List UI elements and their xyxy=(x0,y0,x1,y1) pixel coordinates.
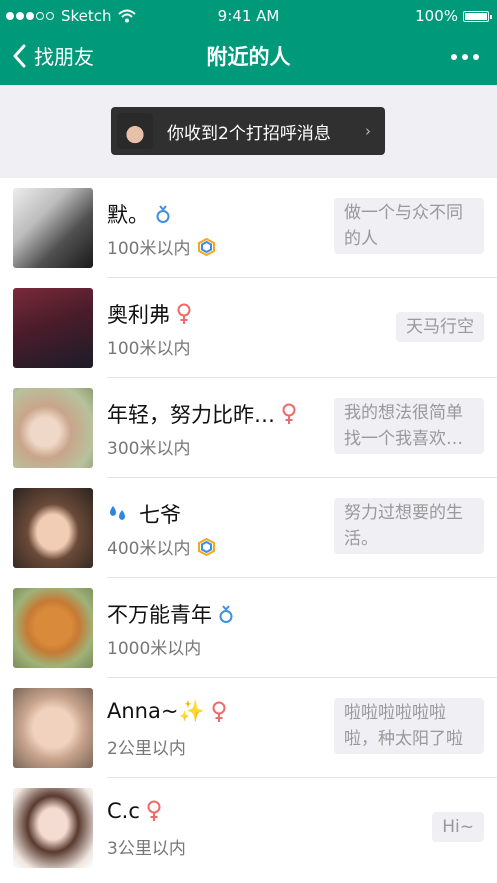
avatar xyxy=(13,688,93,768)
male-symbol-icon xyxy=(156,205,170,223)
avatar xyxy=(13,188,93,268)
distance: 2公里以内 xyxy=(107,739,186,759)
list-item[interactable]: 奥利弗 100米以内 天马行空 xyxy=(0,278,497,378)
more-icon[interactable] xyxy=(446,54,479,60)
status-message: 天马行空 xyxy=(396,312,484,342)
person-name: 默。 xyxy=(107,203,149,227)
nav-bar: 找朋友 附近的人 xyxy=(0,32,497,85)
distance-line: 1000米以内 xyxy=(107,634,201,659)
list-item[interactable]: 默。 100米以内 做一个与众不同的人 xyxy=(0,178,497,278)
chevron-right-icon: › xyxy=(365,122,371,140)
person-name: Anna~✨ xyxy=(107,699,205,723)
status-message: Hi~ xyxy=(432,812,484,842)
status-message: 做一个与众不同的人 xyxy=(334,198,484,254)
name-line: 奥利弗 xyxy=(107,299,192,329)
distance-line: 400米以内 xyxy=(107,534,216,559)
list-item[interactable]: 年轻，努力比昨… 300米以内 我的想法很简单找一个我喜欢… xyxy=(0,378,497,478)
avatar xyxy=(13,788,93,868)
person-name: 七爷 xyxy=(139,503,181,527)
female-symbol-icon xyxy=(212,701,226,722)
female-symbol-icon xyxy=(177,303,191,324)
name-line: 七爷 xyxy=(107,499,181,529)
greeting-text: 你收到2个打招呼消息 xyxy=(167,123,331,144)
distance: 3公里以内 xyxy=(107,839,186,859)
name-line: C.c xyxy=(107,799,162,823)
distance: 100米以内 xyxy=(107,339,191,359)
avatar xyxy=(13,588,93,668)
list-item[interactable]: Anna~✨ 2公里以内 啦啦啦啦啦啦啦，种太阳了啦 xyxy=(0,678,497,778)
battery-icon xyxy=(463,10,492,22)
water-drops-icon xyxy=(110,506,125,520)
list-item[interactable]: C.c 3公里以内 Hi~ xyxy=(0,778,497,878)
distance-line: 300米以内 xyxy=(107,434,190,459)
avatar xyxy=(13,488,93,568)
battery-status: 100% xyxy=(415,7,492,25)
distance: 300米以内 xyxy=(107,439,191,459)
male-symbol-icon xyxy=(219,605,233,623)
distance-line: 100米以内 xyxy=(107,334,190,359)
distance-line: 3公里以内 xyxy=(107,834,186,859)
avatar xyxy=(13,288,93,368)
page-title: 附近的人 xyxy=(206,45,291,69)
list-item[interactable]: 不万能青年 1000米以内 xyxy=(0,578,497,678)
distance-line: 100米以内 xyxy=(107,234,216,259)
person-name: 年轻，努力比昨… xyxy=(107,403,275,427)
status-message: 啦啦啦啦啦啦啦，种太阳了啦 xyxy=(334,698,484,754)
list-item[interactable]: 七爷 400米以内 努力过想要的生活。 xyxy=(0,478,497,578)
name-line: 不万能青年 xyxy=(107,599,234,629)
female-symbol-icon xyxy=(282,403,296,424)
greeting-messages-button[interactable]: 你收到2个打招呼消息 › xyxy=(111,107,385,155)
person-name: 奥利弗 xyxy=(107,303,170,327)
status-message: 努力过想要的生活。 xyxy=(334,498,484,554)
greeting-area: 你收到2个打招呼消息 › xyxy=(0,85,497,178)
name-line: Anna~✨ xyxy=(107,699,227,724)
distance-line: 2公里以内 xyxy=(107,734,186,759)
status-bar: Sketch 9:41 AM 100% xyxy=(0,0,497,32)
battery-percent: 100% xyxy=(415,7,458,25)
distance: 400米以内 xyxy=(107,539,191,559)
person-name: 不万能青年 xyxy=(107,603,212,627)
distance: 100米以内 xyxy=(107,239,191,259)
female-symbol-icon xyxy=(147,800,161,821)
distance: 1000米以内 xyxy=(107,639,202,659)
avatar xyxy=(13,388,93,468)
name-line: 默。 xyxy=(107,199,171,229)
person-name: C.c xyxy=(107,799,140,823)
hexagon-badge-icon xyxy=(198,237,216,256)
app-header: Sketch 9:41 AM 100% 找朋友 附近的人 xyxy=(0,0,497,85)
status-message: 我的想法很简单找一个我喜欢… xyxy=(334,398,484,454)
name-line: 年轻，努力比昨… xyxy=(107,399,297,429)
hexagon-badge-icon xyxy=(198,537,216,556)
greeting-avatar xyxy=(117,113,153,149)
